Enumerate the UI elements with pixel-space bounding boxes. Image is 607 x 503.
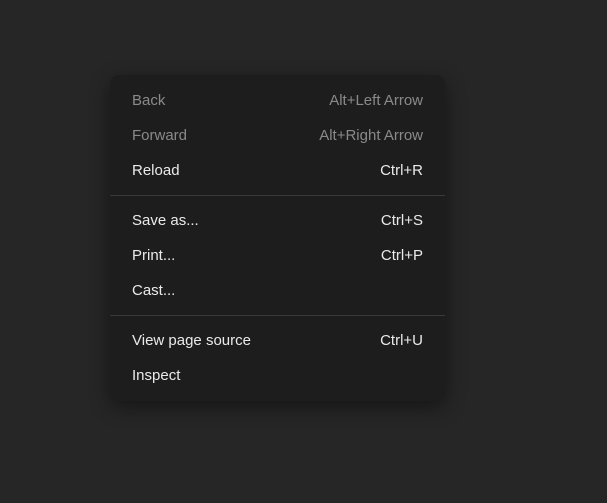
menu-item-print[interactable]: Print... Ctrl+P — [110, 238, 445, 273]
menu-item-label: Back — [132, 90, 165, 111]
menu-item-label: Print... — [132, 245, 175, 266]
menu-item-label: Forward — [132, 125, 187, 146]
menu-item-back[interactable]: Back Alt+Left Arrow — [110, 83, 445, 118]
menu-item-inspect[interactable]: Inspect — [110, 358, 445, 393]
menu-item-shortcut: Ctrl+P — [381, 245, 423, 266]
menu-item-view-page-source[interactable]: View page source Ctrl+U — [110, 323, 445, 358]
menu-item-shortcut: Ctrl+S — [381, 210, 423, 231]
menu-item-reload[interactable]: Reload Ctrl+R — [110, 153, 445, 188]
menu-item-shortcut: Ctrl+U — [380, 330, 423, 351]
menu-item-shortcut: Ctrl+R — [380, 160, 423, 181]
context-menu: Back Alt+Left Arrow Forward Alt+Right Ar… — [110, 75, 445, 401]
menu-item-label: Save as... — [132, 210, 199, 231]
menu-item-forward[interactable]: Forward Alt+Right Arrow — [110, 118, 445, 153]
menu-item-label: Cast... — [132, 280, 175, 301]
menu-item-label: Reload — [132, 160, 180, 181]
menu-separator — [110, 315, 445, 316]
menu-item-label: Inspect — [132, 365, 180, 386]
menu-item-shortcut: Alt+Left Arrow — [329, 90, 423, 111]
menu-item-cast[interactable]: Cast... — [110, 273, 445, 308]
menu-item-label: View page source — [132, 330, 251, 351]
menu-item-save-as[interactable]: Save as... Ctrl+S — [110, 203, 445, 238]
menu-separator — [110, 195, 445, 196]
menu-item-shortcut: Alt+Right Arrow — [319, 125, 423, 146]
